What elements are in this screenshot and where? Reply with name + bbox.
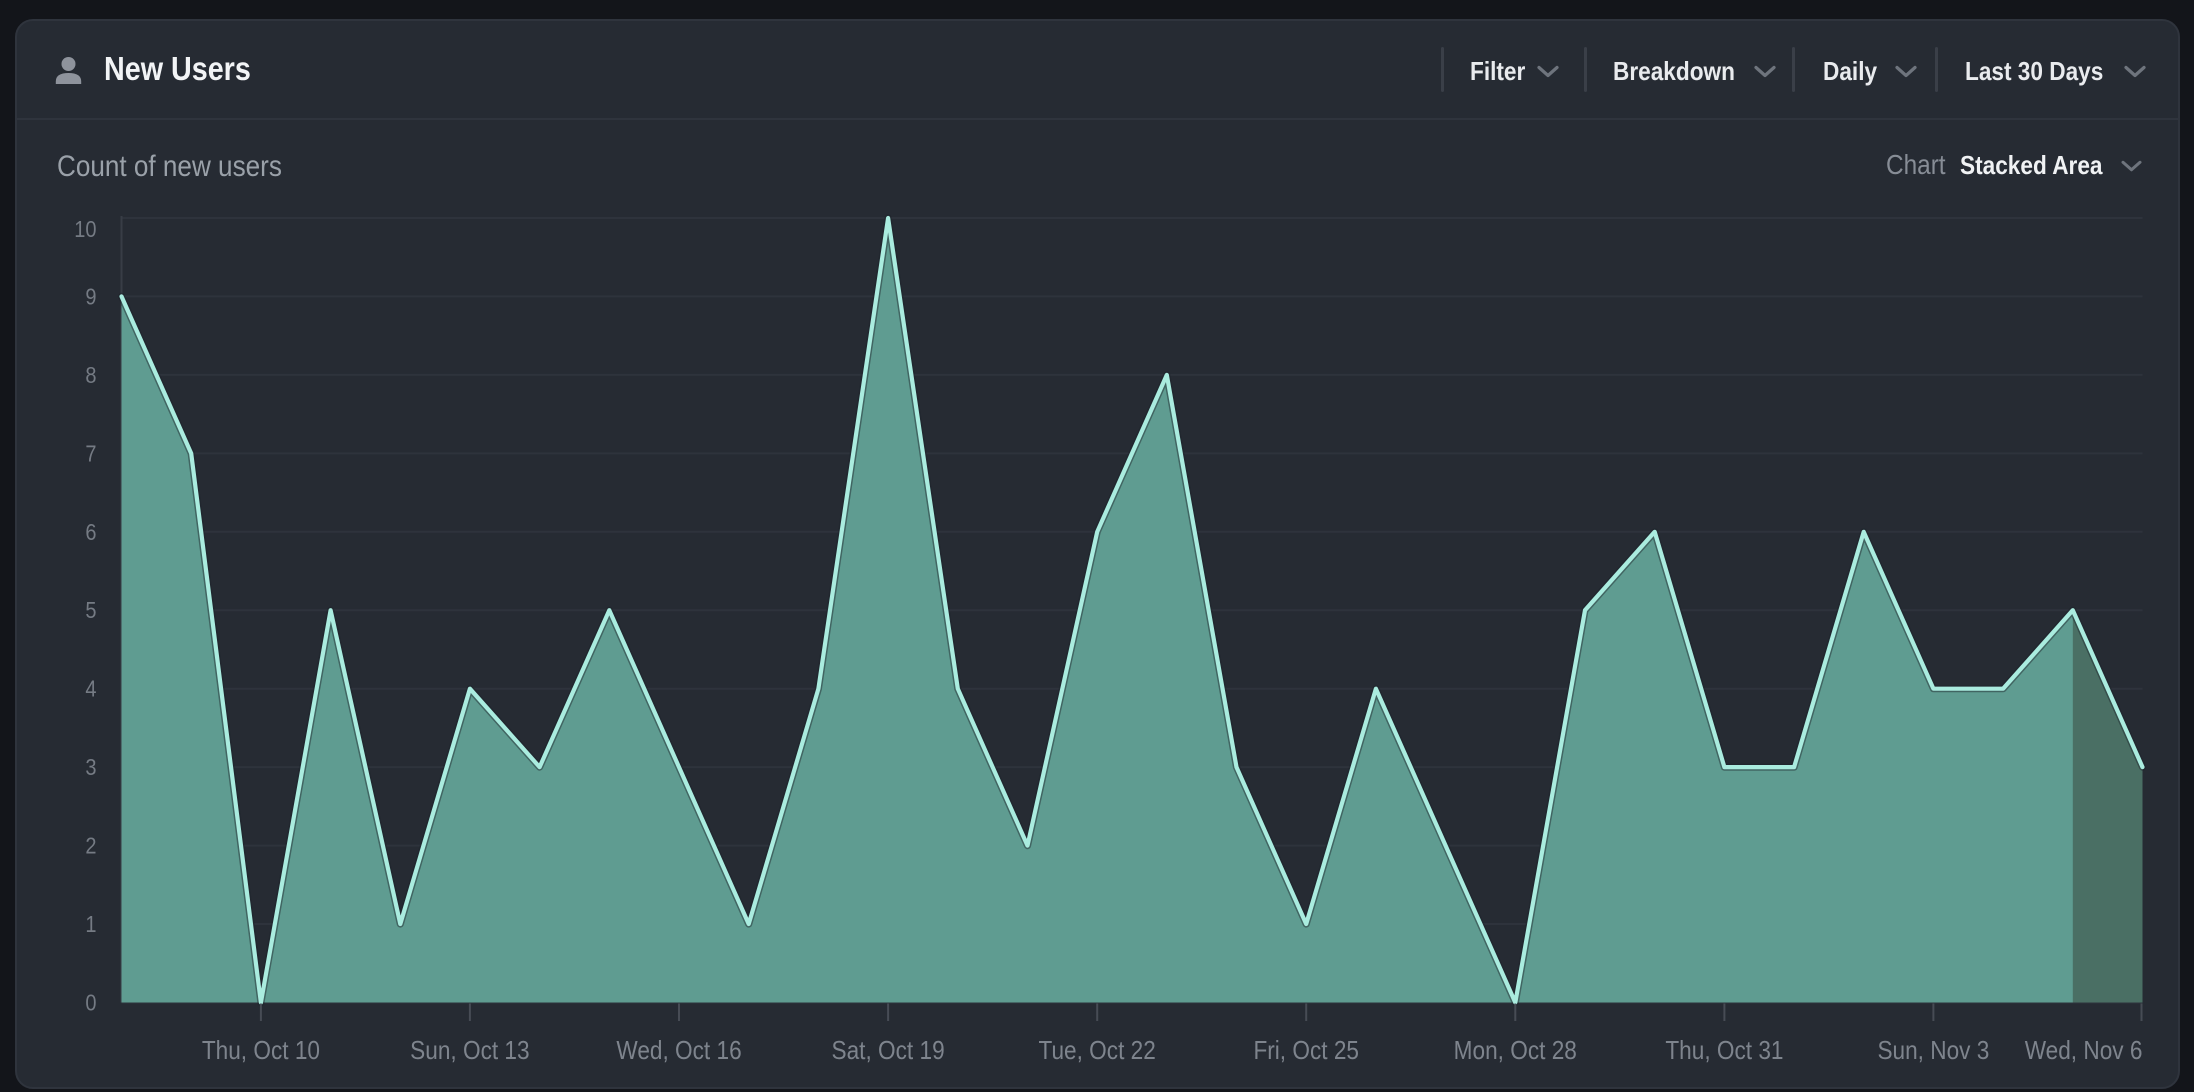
svg-text:Mon, Oct 28: Mon, Oct 28: [1454, 1037, 1577, 1066]
svg-text:9: 9: [85, 283, 96, 310]
svg-text:Sat, Oct 19: Sat, Oct 19: [832, 1037, 945, 1066]
svg-text:Tue, Oct 22: Tue, Oct 22: [1039, 1037, 1156, 1066]
svg-text:6: 6: [85, 518, 96, 545]
svg-text:10: 10: [74, 216, 96, 243]
svg-text:Sun, Oct 13: Sun, Oct 13: [410, 1037, 529, 1066]
svg-text:Thu, Oct 10: Thu, Oct 10: [202, 1037, 320, 1066]
svg-text:7: 7: [85, 440, 96, 467]
svg-text:2: 2: [85, 832, 96, 859]
svg-text:Wed, Oct 16: Wed, Oct 16: [616, 1037, 741, 1066]
svg-text:1: 1: [85, 911, 96, 938]
svg-text:0: 0: [85, 989, 96, 1016]
svg-text:Thu, Oct 31: Thu, Oct 31: [1665, 1037, 1783, 1066]
svg-text:3: 3: [85, 754, 96, 781]
svg-text:Wed, Nov 6: Wed, Nov 6: [2025, 1037, 2143, 1066]
svg-text:Sun, Nov 3: Sun, Nov 3: [1877, 1037, 1989, 1066]
svg-text:Fri, Oct 25: Fri, Oct 25: [1253, 1037, 1359, 1066]
svg-text:5: 5: [85, 597, 96, 624]
svg-text:8: 8: [85, 362, 96, 389]
svg-text:4: 4: [85, 675, 96, 702]
